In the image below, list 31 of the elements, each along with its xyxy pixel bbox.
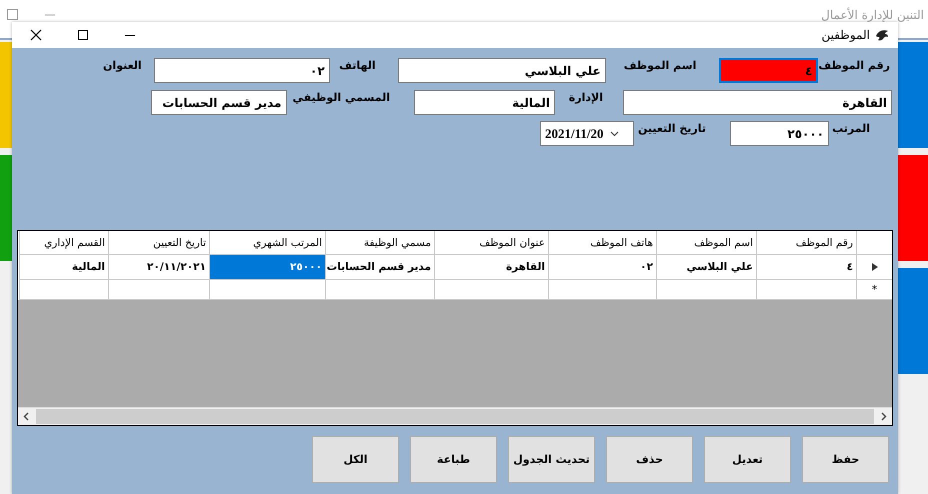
maximize-icon[interactable] — [75, 27, 91, 43]
action-button[interactable]: تحديث الجدول — [508, 436, 595, 483]
field-label: الهاتف — [338, 58, 376, 72]
dragon-icon — [874, 27, 890, 43]
checkbox-icon — [7, 9, 18, 20]
field-label: رقم الموظف — [818, 58, 890, 72]
text-field[interactable]: علي البلاسي — [398, 58, 606, 83]
field-label: تاريخ التعيين — [637, 121, 706, 135]
close-icon[interactable] — [28, 27, 44, 43]
text-field[interactable]: المالية — [414, 90, 555, 115]
app-title: التنين للإدارة الأعمال — [821, 8, 924, 22]
field-label: المسمي الوظيفي — [292, 90, 390, 104]
table-cell: ٢٥٠٠٠ — [209, 255, 325, 280]
window-title: الموظفين — [821, 28, 870, 42]
field-label: المرتب — [832, 121, 870, 135]
text-field[interactable]: ٤ — [719, 58, 818, 83]
action-button[interactable]: تعديل — [704, 436, 791, 483]
field-label: الإدارة — [568, 90, 603, 104]
horizontal-scrollbar[interactable] — [18, 407, 892, 425]
action-button[interactable]: طباعة — [410, 436, 497, 483]
action-button[interactable]: الكل — [312, 436, 399, 483]
text-field[interactable]: القاهرة — [623, 90, 892, 115]
text-field[interactable]: ٢٥٠٠٠ — [730, 121, 829, 146]
text-field[interactable]: ٠٢ — [154, 58, 330, 83]
action-button[interactable]: حذف — [606, 436, 693, 483]
date-picker[interactable]: 2021/11/20 — [540, 121, 634, 146]
text-field[interactable]: مدير قسم الحسابات — [150, 90, 286, 115]
field-label: اسم الموظف — [624, 58, 696, 72]
action-button[interactable]: حفظ — [802, 436, 889, 483]
chevron-down-icon — [610, 130, 619, 136]
field-label: العنوان — [102, 58, 142, 72]
